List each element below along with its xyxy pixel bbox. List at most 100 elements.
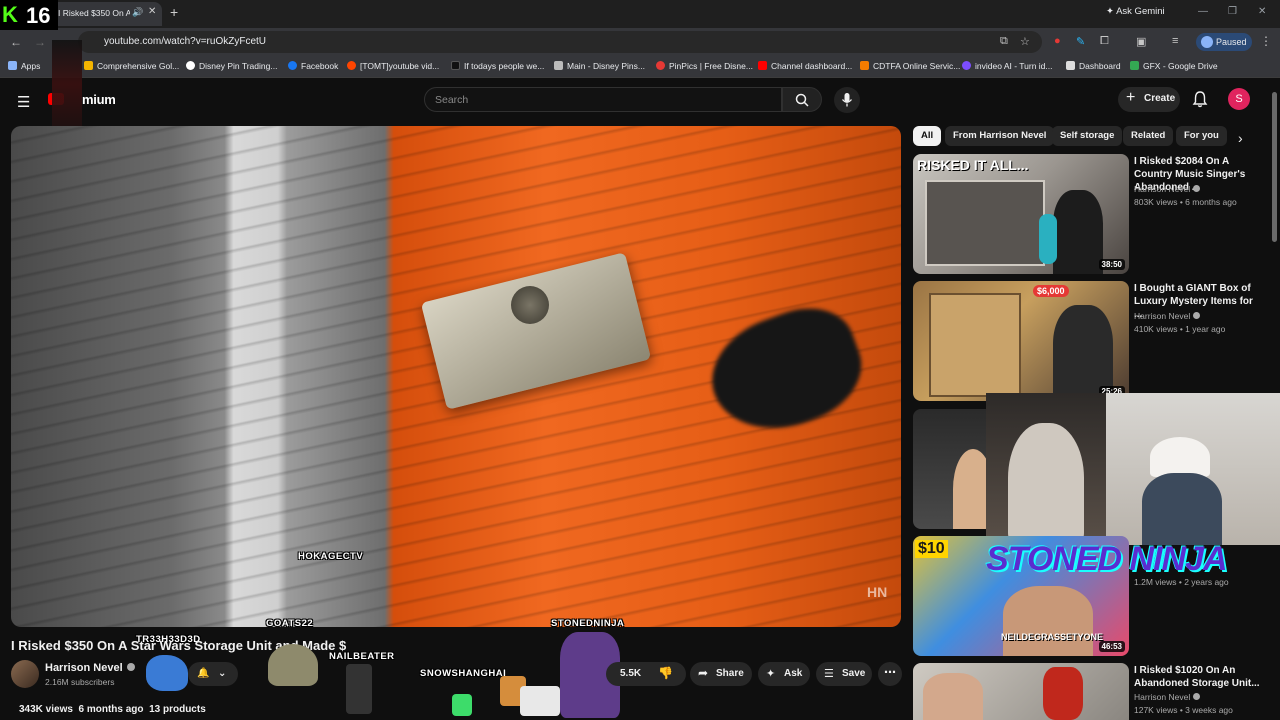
- recommendation-channel[interactable]: Harrison Nevel: [1134, 184, 1201, 194]
- url-text: youtube.com/watch?v=ruOkZyFcetU: [104, 36, 267, 47]
- kick-logo-icon: K: [2, 2, 18, 27]
- bookmark-item[interactable]: Facebook: [288, 61, 338, 71]
- chip-all[interactable]: All: [913, 126, 942, 146]
- bookmark-item[interactable]: CDTFA Online Servic...: [860, 61, 960, 71]
- create-button[interactable]: + Create: [1118, 87, 1180, 112]
- bookmarks-bar: Apps Comprehensive Gol... Disney Pin Tra…: [0, 56, 1280, 78]
- bookmark-item[interactable]: Dashboard: [1066, 61, 1121, 71]
- products-count[interactable]: 13 products: [149, 704, 206, 715]
- bookmark-item[interactable]: PinPics | Free Disne...: [656, 61, 753, 71]
- ask-label: Ask: [784, 668, 803, 679]
- search-placeholder: Search: [435, 94, 469, 106]
- save-icon: ☰: [824, 668, 834, 680]
- search-button[interactable]: [782, 87, 822, 112]
- browser-tab[interactable]: I Risked $350 On A Star Wars 🔊 ✕: [40, 2, 162, 26]
- save-label: Save: [842, 668, 866, 679]
- thumbnail-box: [929, 293, 1021, 397]
- bookmark-item[interactable]: GFX - Google Drive: [1130, 61, 1218, 71]
- like-count[interactable]: 5.5K: [620, 668, 641, 679]
- chip-from-channel[interactable]: From Harrison Nevel: [945, 126, 1055, 146]
- logo-text: mium: [82, 92, 116, 107]
- chip-self-storage[interactable]: Self storage: [1052, 126, 1123, 146]
- channel-watermark-icon[interactable]: HN: [867, 584, 887, 600]
- new-tab-button[interactable]: +: [170, 4, 178, 20]
- address-bar[interactable]: youtube.com/watch?v=ruOkZyFcetU ⧉ ☆: [78, 31, 1042, 53]
- video-player[interactable]: HN: [11, 126, 901, 627]
- subscription-bell-button[interactable]: 🔔 ⌄: [188, 662, 238, 686]
- plus-icon: +: [1126, 89, 1136, 106]
- bookmark-item[interactable]: Main - Disney Pins...: [554, 61, 645, 71]
- notifications-bell-icon[interactable]: [1192, 90, 1208, 108]
- thumbnail-text: RISKED IT ALL...: [917, 157, 1029, 173]
- ask-button[interactable]: ✦ Ask: [758, 662, 810, 686]
- thumbnail-storage-unit: [925, 180, 1045, 266]
- recommendation-channel[interactable]: Harrison Nevel: [1134, 692, 1201, 702]
- stream-counter: K 16: [0, 0, 58, 30]
- recommendation-channel[interactable]: Harrison Nevel: [1134, 311, 1201, 321]
- recommendation-meta: 127K views • 3 weeks ago: [1134, 705, 1233, 715]
- maximize-icon[interactable]: ❐: [1228, 6, 1237, 17]
- reading-list-icon[interactable]: ≡: [1172, 35, 1178, 47]
- dislike-icon[interactable]: 👎: [658, 666, 673, 680]
- bookmark-item[interactable]: [TOMT]youtube vid...: [347, 61, 439, 71]
- search-input[interactable]: Search: [424, 87, 782, 112]
- bookmark-star-icon[interactable]: ☆: [1020, 35, 1030, 48]
- recommendation-title[interactable]: I Risked $1020 On An Abandoned Storage U…: [1134, 664, 1264, 690]
- overlay-username: GOATS22: [266, 618, 314, 629]
- chip-for-you[interactable]: For you: [1176, 126, 1227, 146]
- bookmark-item[interactable]: Apps: [8, 61, 40, 71]
- ask-gemini-button[interactable]: ✦ Ask Gemini: [1106, 6, 1165, 17]
- duration-badge: 38:50: [1098, 259, 1125, 270]
- close-window-icon[interactable]: ✕: [1258, 6, 1266, 17]
- like-dislike-group[interactable]: 5.5K 👎: [606, 662, 686, 686]
- video-stats: 343K views 6 months ago 13 products: [19, 704, 206, 715]
- thumbnail-ironman: [1043, 667, 1083, 720]
- audio-icon[interactable]: 🔊: [132, 7, 143, 18]
- bookmark-item[interactable]: invideo AI - Turn id...: [962, 61, 1052, 71]
- close-tab-icon[interactable]: ✕: [148, 6, 156, 17]
- facebook-icon: [288, 61, 297, 70]
- minimize-icon[interactable]: —: [1198, 6, 1208, 17]
- bookmark-item[interactable]: If todays people we...: [451, 61, 544, 71]
- cast-icon[interactable]: ⧉: [1000, 35, 1008, 48]
- bookmark-item[interactable]: Disney Pin Trading...: [186, 61, 277, 71]
- share-arrow-icon: ➦: [698, 666, 709, 680]
- forward-icon[interactable]: →: [34, 35, 46, 49]
- overlay-username: HOKAGECTV: [298, 551, 364, 562]
- page-scrollbar[interactable]: [1272, 92, 1277, 242]
- bookmark-item[interactable]: Channel dashboard...: [758, 61, 852, 71]
- more-dots-icon: ⋯: [884, 665, 896, 679]
- microphone-icon: [841, 93, 853, 107]
- back-icon[interactable]: ←: [10, 35, 22, 49]
- webcam-right-panel: [1106, 393, 1280, 545]
- overlay-username: NEILDEGRASSETYONE: [1001, 632, 1104, 642]
- bookmark-item[interactable]: Comprehensive Gol...: [84, 61, 179, 71]
- profile-button[interactable]: Paused: [1196, 33, 1252, 51]
- chip-related[interactable]: Related: [1123, 126, 1174, 146]
- chevron-right-icon[interactable]: ›: [1238, 130, 1243, 146]
- tiktok-icon: [451, 61, 460, 70]
- video-thumbnail[interactable]: [913, 409, 993, 529]
- account-avatar[interactable]: S: [1228, 88, 1250, 110]
- save-button[interactable]: ☰ Save: [816, 662, 872, 686]
- channel-avatar[interactable]: [11, 660, 39, 688]
- overlay-username: STONEDNINJA: [551, 618, 625, 629]
- voice-search-button[interactable]: [834, 87, 860, 113]
- extensions-puzzle-icon[interactable]: ⧠: [1100, 35, 1109, 48]
- video-thumbnail[interactable]: $6,000 25:26: [913, 281, 1129, 401]
- extension-icon[interactable]: ●: [1054, 35, 1061, 47]
- channel-name[interactable]: Harrison Nevel: [45, 662, 135, 674]
- video-thumbnail[interactable]: [913, 663, 1129, 720]
- more-actions-button[interactable]: ⋯: [878, 662, 902, 686]
- overlay-ufo-sprite: [268, 644, 318, 686]
- apps-icon: [8, 61, 17, 70]
- share-button[interactable]: ➦ Share: [690, 662, 752, 686]
- counter-value: 16: [26, 3, 51, 28]
- browser-menu-icon[interactable]: ⋮: [1260, 34, 1272, 48]
- extension-icon[interactable]: ✎: [1076, 35, 1085, 48]
- tab-search-icon[interactable]: ▣: [1136, 35, 1146, 48]
- menu-hamburger-icon[interactable]: ☰: [17, 93, 30, 111]
- video-thumbnail[interactable]: RISKED IT ALL... 38:50: [913, 154, 1129, 274]
- tab-title: I Risked $350 On A Star Wars: [58, 8, 130, 18]
- bookmark-favicon: [186, 61, 195, 70]
